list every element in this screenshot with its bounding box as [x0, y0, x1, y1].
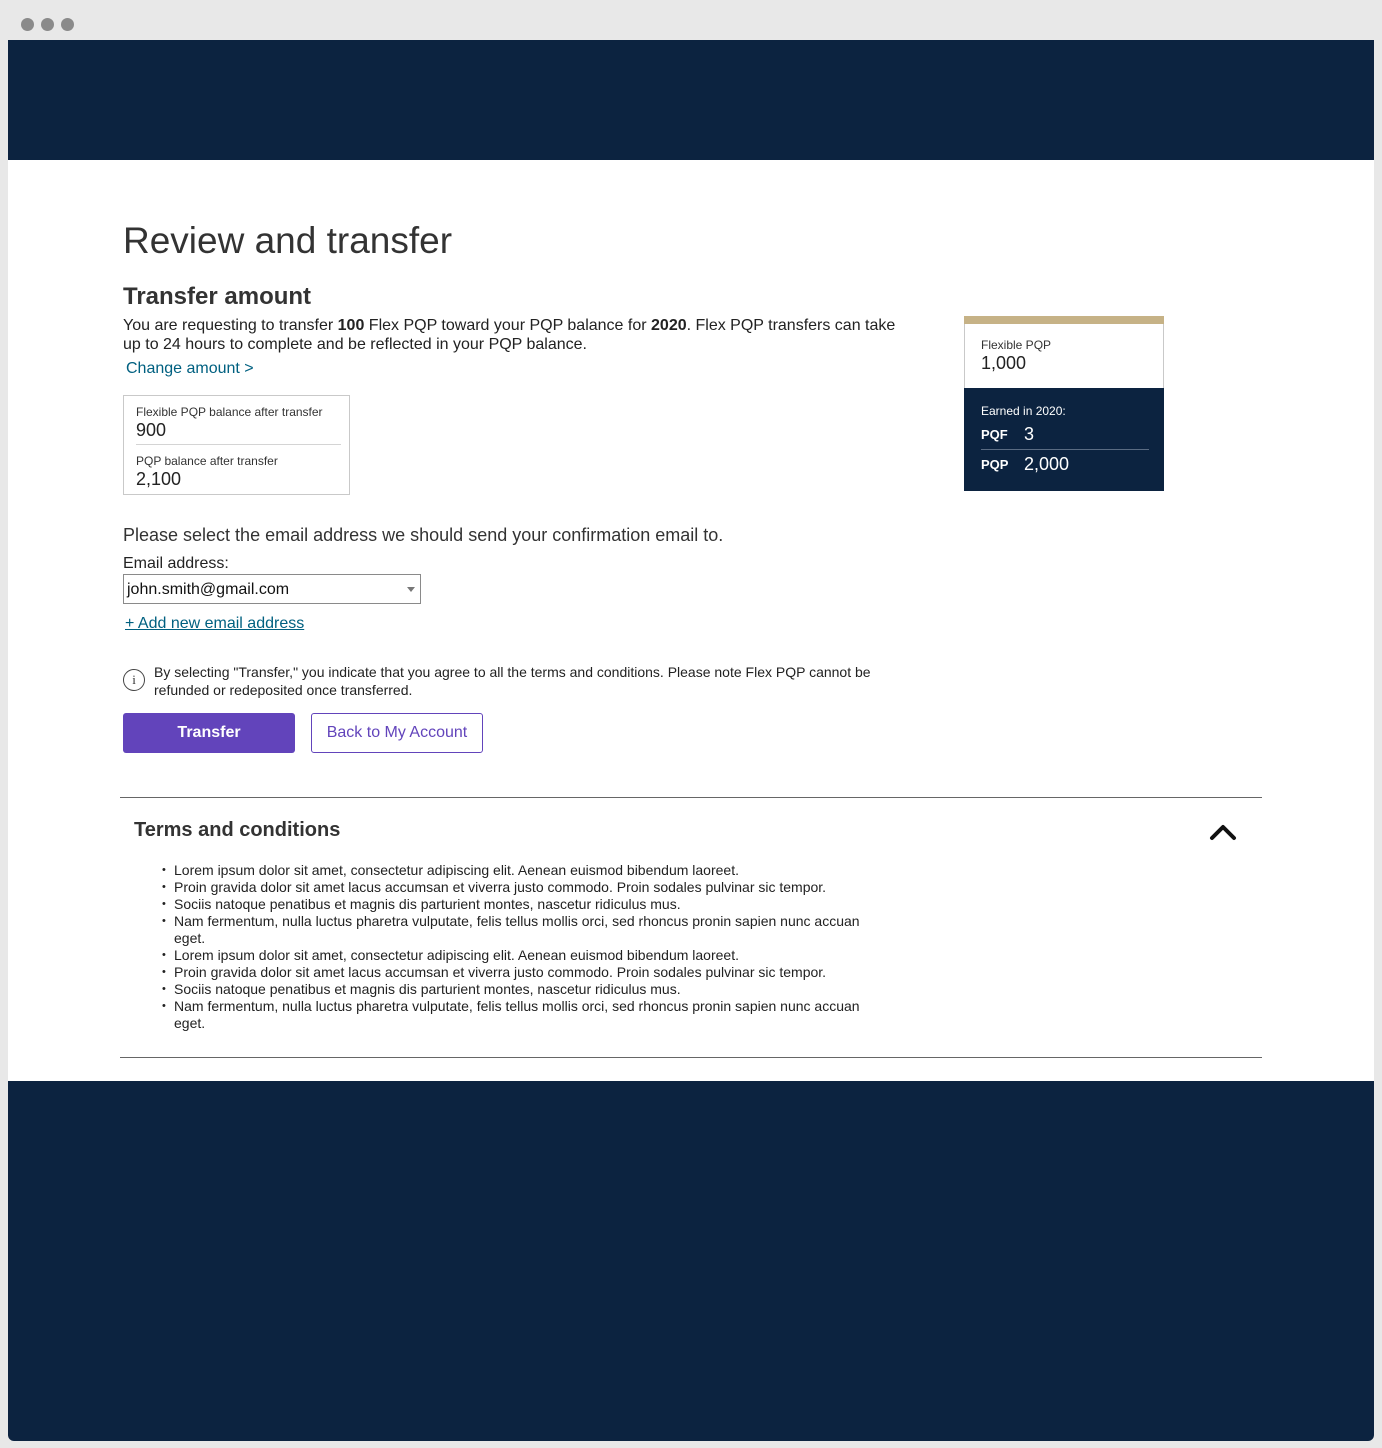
pqp-balance-row: PQP balance after transfer 2,100	[136, 454, 341, 490]
flexible-pqp-label: Flexible PQP	[981, 338, 1052, 352]
site-footer	[8, 1081, 1374, 1441]
terms-item: Sociis natoque penatibus et magnis dis p…	[162, 896, 874, 913]
flex-balance-row: Flexible PQP balance after transfer 900	[136, 405, 341, 445]
terms-item: Proin gravida dolor sit amet lacus accum…	[162, 964, 874, 981]
transfer-intro-text: You are requesting to transfer 100 Flex …	[123, 317, 896, 353]
email-prompt: Please select the email address we shoul…	[123, 525, 724, 545]
flex-balance-label: Flexible PQP balance after transfer	[136, 405, 323, 419]
transfer-amount-value: 100	[337, 317, 365, 334]
browser-window: Review and transfer Transfer amount You …	[8, 40, 1374, 1441]
browser-chrome	[0, 0, 1382, 40]
terms-item: Sociis natoque penatibus et magnis dis p…	[162, 981, 874, 998]
window-close-dot[interactable]	[21, 18, 34, 31]
back-to-account-button[interactable]: Back to My Account	[311, 713, 483, 753]
email-label: Email address:	[123, 555, 229, 572]
terms-item: Proin gravida dolor sit amet lacus accum…	[162, 879, 874, 896]
pqp-key: PQP	[981, 457, 1009, 472]
terms-title[interactable]: Terms and conditions	[134, 819, 340, 842]
email-select[interactable]: john.smith@gmail.com	[123, 574, 421, 604]
flex-balance-value: 900	[136, 420, 167, 440]
flexible-pqp-panel: Flexible PQP 1,000	[964, 324, 1164, 388]
earned-panel: Earned in 2020: PQF 3 PQP 2,000	[964, 388, 1164, 491]
window-maximize-dot[interactable]	[61, 18, 74, 31]
balance-after-transfer-box: Flexible PQP balance after transfer 900 …	[123, 395, 350, 495]
pqp-balance-label: PQP balance after transfer	[136, 454, 278, 468]
terms-item: Lorem ipsum dolor sit amet, consectetur …	[162, 862, 874, 879]
terms-accordion: Terms and conditions Lorem ipsum dolor s…	[120, 797, 1262, 1058]
pqf-key: PQF	[981, 427, 1008, 442]
window-minimize-dot[interactable]	[41, 18, 54, 31]
terms-item: Nam fermentum, nulla luctus pharetra vul…	[162, 998, 874, 1032]
transfer-button[interactable]: Transfer	[123, 713, 295, 753]
change-amount-link[interactable]: Change amount >	[126, 360, 254, 378]
transfer-amount-heading: Transfer amount	[123, 283, 312, 310]
info-icon: i	[123, 669, 145, 691]
pqp-balance-value: 2,100	[136, 469, 182, 489]
chevron-up-icon[interactable]	[1208, 820, 1238, 842]
terms-notice-text: By selecting "Transfer," you indicate th…	[154, 664, 871, 698]
pqf-value: 3	[1024, 424, 1035, 444]
email-selected-value: john.smith@gmail.com	[127, 581, 290, 598]
add-email-link[interactable]: + Add new email address	[125, 615, 304, 633]
pqp-summary-card: Flexible PQP 1,000 Earned in 2020: PQF 3…	[964, 316, 1164, 491]
pqp-row: PQP 2,000	[981, 454, 1149, 480]
site-header	[8, 40, 1374, 160]
terms-list: Lorem ipsum dolor sit amet, consectetur …	[162, 862, 874, 1032]
pqf-row: PQF 3	[981, 424, 1149, 450]
page-title: Review and transfer	[123, 220, 453, 261]
card-accent-bar	[964, 316, 1164, 324]
terms-item: Lorem ipsum dolor sit amet, consectetur …	[162, 947, 874, 964]
earned-label: Earned in 2020:	[981, 404, 1066, 418]
pqp-value: 2,000	[1024, 454, 1070, 474]
flexible-pqp-value: 1,000	[981, 353, 1027, 373]
terms-item: Nam fermentum, nulla luctus pharetra vul…	[162, 913, 874, 947]
chevron-down-icon	[407, 587, 415, 592]
transfer-year-value: 2020	[651, 317, 687, 334]
